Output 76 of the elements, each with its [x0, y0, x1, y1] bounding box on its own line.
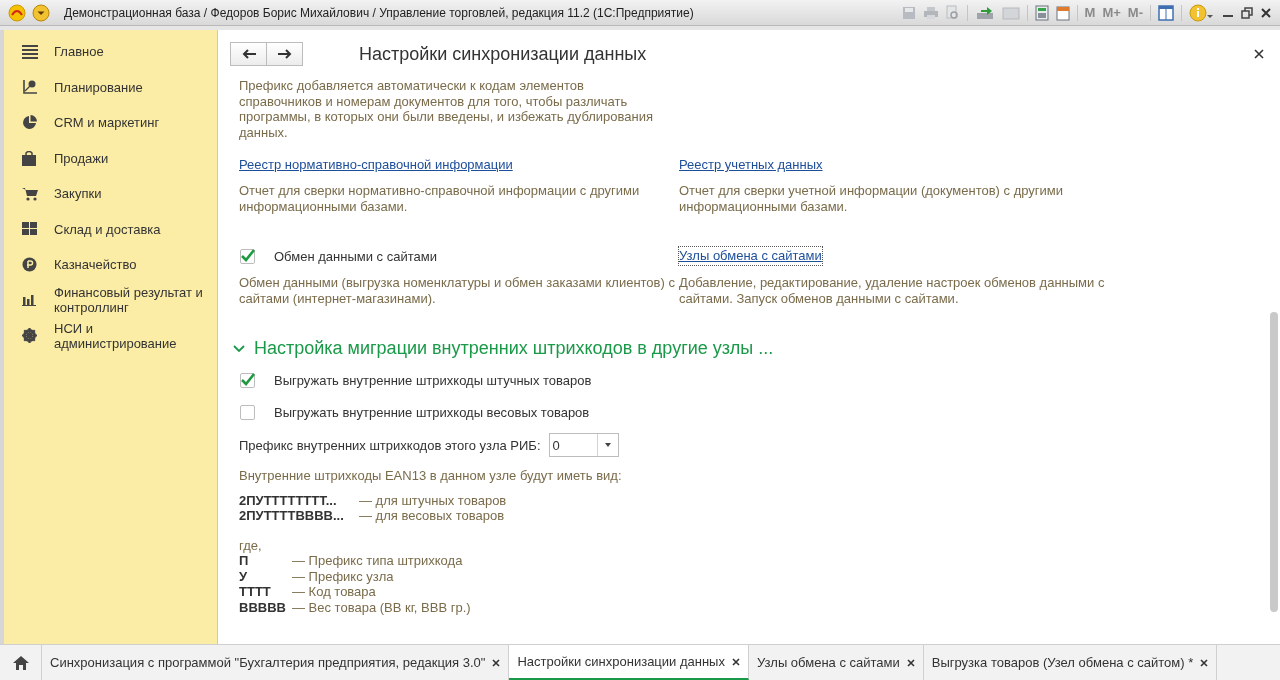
dropdown-icon [604, 443, 611, 447]
close-icon[interactable] [1200, 658, 1209, 667]
tab[interactable]: Выгрузка товаров (Узел обмена с сайтом) * [923, 645, 1218, 680]
legend-code: П [239, 553, 250, 569]
sidebar-item[interactable]: НСИ и администрирование [4, 318, 217, 354]
cart-icon [22, 186, 38, 201]
tab[interactable]: Узлы обмена с сайтами [748, 645, 924, 680]
logo-icon [8, 3, 26, 22]
format-note: — для весовых товаров [359, 508, 505, 524]
list-icon [22, 44, 38, 59]
calculator-icon[interactable] [1034, 4, 1049, 21]
legend-code: ВВВВВ [239, 599, 287, 615]
sidebar-item[interactable]: Главное [4, 34, 217, 70]
panel-icon[interactable] [1158, 4, 1174, 21]
close-icon[interactable] [1260, 6, 1272, 19]
report-link[interactable]: Реестр учетных данных [679, 156, 823, 174]
sidebar-item[interactable]: Казначейство [4, 247, 217, 283]
restore-icon[interactable] [1241, 6, 1253, 19]
legend-note: — Код товара [292, 584, 376, 600]
barcode-format: 2ПУТТТТВВВВ... [239, 508, 345, 524]
arrow-left-icon [241, 49, 256, 59]
arrow-right-icon [277, 49, 292, 59]
close-icon[interactable] [906, 658, 915, 667]
checkbox-label: Выгружать внутренние штрихкоды весовых товаров [274, 404, 590, 420]
shopping-bag-icon [22, 150, 36, 166]
exchange-icon[interactable] [974, 4, 995, 21]
preview-icon[interactable] [945, 4, 960, 21]
option-description: Обмен данными (выгрузка номенклатуры и обмен заказами клиентов) с сайтами (интернет-магазинами). [239, 275, 676, 306]
report-description: Отчет для сверки нормативно-справочной информации с другими информационными базами. [239, 183, 641, 214]
form-title: Настройки синхронизации данных [359, 43, 647, 65]
sidebar-item[interactable]: Продажи [4, 140, 217, 176]
legend-code: У [239, 568, 249, 584]
sidebar-item[interactable]: Закупки [4, 176, 217, 212]
menu-icon[interactable] [32, 3, 50, 22]
grid-icon [22, 222, 37, 237]
checkbox[interactable] [240, 404, 255, 420]
format-intro: Внутренние штрихкоды EAN13 в данном узле будут иметь вид: [239, 468, 623, 484]
window-title: Демонстрационная база / Федоров Борис Михайлович / Управление торговлей, редакция 11.2 (1С:Предприятие) [64, 5, 694, 20]
intro-text: Префикс добавляется автоматически к кодам элементов справочников и номерам документов для того, чтобы различать программы, в которых они были введены, и избежать дублирования данных. [239, 78, 655, 140]
prefix-field[interactable]: 0 [548, 433, 619, 457]
settings-icon [22, 328, 37, 344]
tab[interactable]: Настройки синхронизации данных [509, 645, 749, 680]
prefix-label: Префикс внутренних штрихкодов этого узла РИБ: [239, 437, 541, 453]
sidebar-item[interactable]: Финансовый результат и контроллинг [4, 282, 217, 318]
sidebar-item[interactable]: Планирование [4, 69, 217, 105]
sidebar-item[interactable]: CRM и маркетинг [4, 105, 217, 141]
link-description: Добавление, редактирование, удаление настроек обменов данными с сайтами. Запуск обменов данными с сайтами. [679, 275, 1106, 306]
section-header[interactable]: Настройка миграции внутренних штрихкодов в другие узлы ... [233, 338, 1268, 359]
nodes-link[interactable]: Узлы обмена с сайтами [679, 247, 822, 265]
chart-axis-icon [22, 79, 38, 96]
checkbox[interactable] [240, 248, 255, 264]
report-link[interactable]: Реестр нормативно-справочной информации [239, 156, 513, 174]
close-icon[interactable] [492, 658, 501, 667]
format-note: — для штучных товаров [359, 492, 507, 508]
back-button[interactable] [230, 42, 267, 66]
pie-chart-icon [22, 115, 37, 131]
close-icon[interactable] [731, 657, 740, 666]
chevron-icon [233, 344, 245, 353]
forward-button[interactable] [266, 42, 303, 66]
checkbox[interactable] [240, 372, 255, 388]
legend-note: — Вес товара (ВВ кг, ВВВ гр.) [292, 599, 471, 615]
home-icon [12, 655, 29, 670]
info-icon[interactable] [1189, 3, 1215, 22]
legend-note: — Префикс узла [292, 568, 394, 584]
bar-chart-icon [22, 294, 36, 307]
legend-note: — Префикс типа штрихкода [292, 553, 463, 569]
legend-code: ТТТТ [239, 584, 272, 600]
barcode-format: 2ПУТТТТТТТТ... [239, 492, 338, 508]
coin-icon [22, 257, 37, 273]
close-icon[interactable] [1254, 49, 1264, 59]
sidebar-item[interactable]: Склад и доставка [4, 211, 217, 247]
checkbox-label: Обмен данными с сайтами [274, 248, 437, 264]
checkbox-label: Выгружать внутренние штрихкоды штучных товаров [274, 372, 592, 388]
legend-intro: где, [239, 537, 263, 553]
calendar-icon[interactable] [1055, 4, 1070, 21]
report-description: Отчет для сверки учетной информации (документов) с другими информационными базами. [679, 183, 1064, 214]
